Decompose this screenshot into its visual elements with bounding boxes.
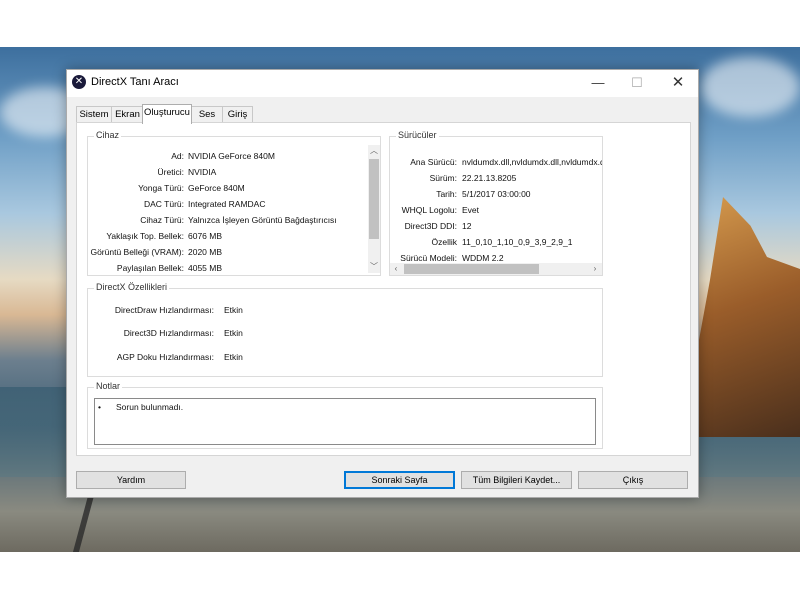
close-icon[interactable]: ✕ <box>659 70 697 97</box>
exit-button[interactable]: Çıkış <box>578 471 688 489</box>
device-value-type: Yalnızca İşleyen Görüntü Bağdaştırıcısı <box>188 215 337 225</box>
scroll-thumb[interactable] <box>404 264 539 274</box>
drivers-group: Sürücüler Ana Sürücü: nvldumdx.dll,nvldu… <box>389 130 603 276</box>
driver-label-main: Ana Sürücü: <box>410 157 457 167</box>
tab-giris[interactable]: Giriş <box>222 106 253 123</box>
driver-label-model: Sürücü Modeli: <box>400 253 457 261</box>
device-label-type: Cihaz Türü: <box>140 215 184 225</box>
notes-bullet: • <box>98 402 101 412</box>
device-label-shared-memory: Paylaşılan Bellek: <box>116 263 184 273</box>
scroll-thumb[interactable] <box>369 159 379 239</box>
device-value-chip: GeForce 840M <box>188 183 245 193</box>
device-label-chip: Yonga Türü: <box>138 183 184 193</box>
scroll-left-icon[interactable]: ‹ <box>390 263 402 275</box>
directx-icon: ✕ <box>72 75 86 89</box>
feature-label-agp: AGP Doku Hızlandırması: <box>116 352 214 362</box>
notes-group: Notlar • Sorun bulunmadı. <box>87 381 603 449</box>
scroll-down-icon[interactable]: ﹀ <box>368 261 380 273</box>
device-label-dac: DAC Türü: <box>144 199 184 209</box>
tab-ses[interactable]: Ses <box>191 106 223 123</box>
scroll-right-icon[interactable]: › <box>589 263 601 275</box>
device-value-vram: 2020 MB <box>188 247 223 257</box>
driver-label-version: Sürüm: <box>429 173 457 183</box>
device-value-dac: Integrated RAMDAC <box>188 199 266 209</box>
device-list: Ad: NVIDIA GeForce 840M Üretici: NVIDIA … <box>88 145 368 273</box>
drivers-horizontal-scrollbar[interactable]: ‹ › <box>390 263 602 275</box>
notes-title: Notlar <box>94 381 123 391</box>
driver-value-version: 22.21.13.8205 <box>462 173 517 183</box>
feature-value-directdraw: Etkin <box>224 305 243 315</box>
help-button[interactable]: Yardım <box>76 471 186 489</box>
device-label-total-memory: Yaklaşık Top. Bellek: <box>106 231 184 241</box>
notes-textbox[interactable]: • Sorun bulunmadı. <box>94 398 596 445</box>
drivers-group-title: Sürücüler <box>396 130 439 140</box>
driver-label-feature: Özellik <box>431 237 457 247</box>
driver-label-date: Tarih: <box>436 189 457 199</box>
cloud <box>700 57 800 117</box>
device-value-ad: NVIDIA GeForce 840M <box>188 151 275 161</box>
next-page-button[interactable]: Sonraki Sayfa <box>344 471 455 489</box>
device-value-shared-memory: 4055 MB <box>188 263 223 273</box>
driver-value-whql: Evet <box>462 205 480 215</box>
save-all-button[interactable]: Tüm Bilgileri Kaydet... <box>461 471 572 489</box>
dxdiag-window: ✕ DirectX Tanı Aracı — ☐ ✕ Sistem Ekran … <box>66 69 699 498</box>
driver-label-ddi: Direct3D DDI: <box>404 221 457 231</box>
driver-value-ddi: 12 <box>462 221 472 231</box>
cliff <box>690 197 800 437</box>
device-value-total-memory: 6076 MB <box>188 231 223 241</box>
maximize-icon[interactable]: ☐ <box>618 70 656 97</box>
device-label-manufacturer: Üretici: <box>157 167 184 177</box>
device-vertical-scrollbar[interactable]: ︿ ﹀ <box>368 145 380 273</box>
drivers-list: Ana Sürücü: nvldumdx.dll,nvldumdx.dll,nv… <box>390 145 602 261</box>
device-value-manufacturer: NVIDIA <box>188 167 217 177</box>
device-label-vram: Görüntü Belleği (VRAM): <box>90 247 184 257</box>
tab-ekran[interactable]: Ekran <box>111 106 144 123</box>
scroll-up-icon[interactable]: ︿ <box>368 145 380 157</box>
tab-panel: Cihaz Ad: NVIDIA GeForce 840M Üretici: N… <box>76 122 691 456</box>
feature-label-directdraw: DirectDraw Hızlandırması: <box>114 305 214 315</box>
directx-features-title: DirectX Özellikleri <box>94 282 170 292</box>
device-label-ad: Ad: <box>171 151 184 161</box>
notes-item: Sorun bulunmadı. <box>116 402 184 412</box>
feature-value-agp: Etkin <box>224 352 243 362</box>
feature-label-direct3d: Direct3D Hızlandırması: <box>123 328 214 338</box>
feature-value-direct3d: Etkin <box>224 328 243 338</box>
driver-value-model: WDDM 2.2 <box>462 253 504 261</box>
device-group: Cihaz Ad: NVIDIA GeForce 840M Üretici: N… <box>87 130 381 276</box>
driver-value-feature: 11_0,10_1,10_0,9_3,9_2,9_1 <box>462 237 573 247</box>
title-bar[interactable]: ✕ DirectX Tanı Aracı — ☐ ✕ <box>67 70 698 97</box>
device-group-title: Cihaz <box>94 130 122 140</box>
window-title: DirectX Tanı Aracı <box>91 76 179 88</box>
driver-value-date: 5/1/2017 03:00:00 <box>462 189 531 199</box>
driver-label-whql: WHQL Logolu: <box>401 205 457 215</box>
tab-olusturucu[interactable]: Oluşturucu <box>142 104 192 124</box>
directx-features-group: DirectX Özellikleri DirectDraw Hızlandır… <box>87 282 603 377</box>
tab-sistem[interactable]: Sistem <box>76 106 112 123</box>
driver-value-main: nvldumdx.dll,nvldumdx.dll,nvldumdx.d <box>462 157 602 167</box>
minimize-icon[interactable]: — <box>579 70 617 97</box>
